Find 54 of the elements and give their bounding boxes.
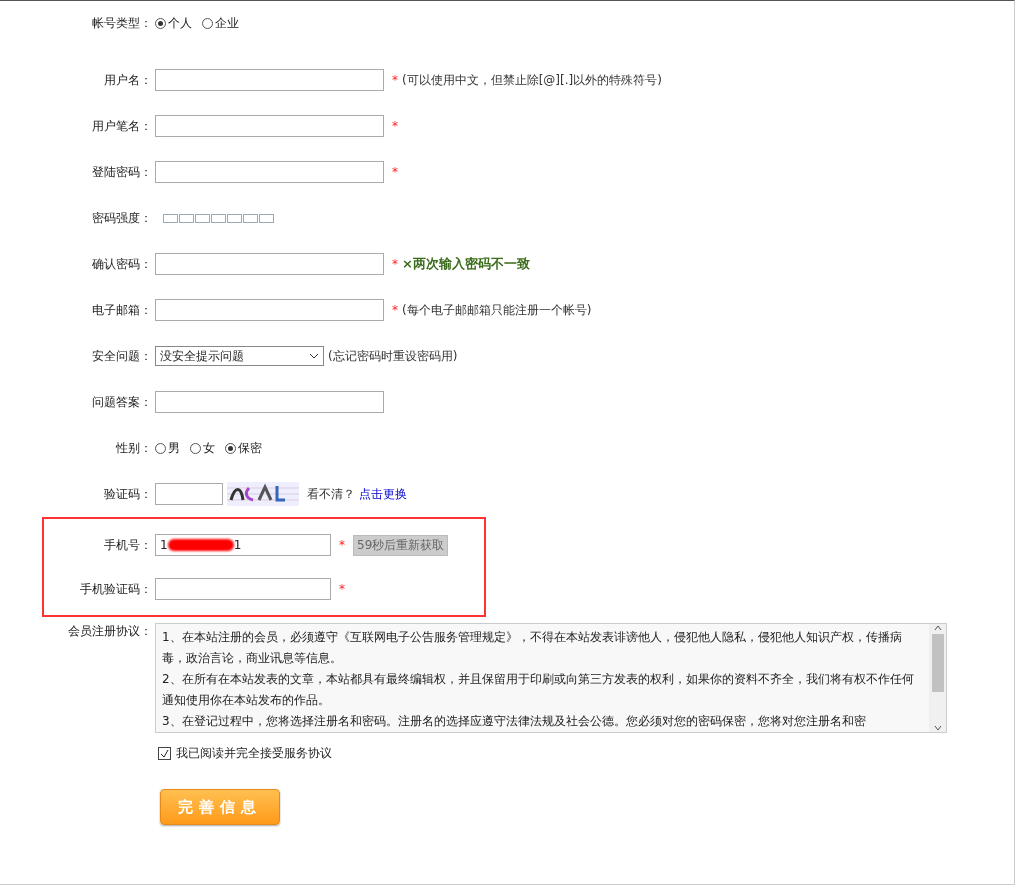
resend-button[interactable]: 59秒后重新获取 bbox=[353, 534, 449, 556]
field-label: 验证码： bbox=[103, 485, 153, 503]
accept-checkbox[interactable]: 我已阅读并完全接受服务协议 bbox=[158, 745, 1014, 762]
agreement-paragraph: 2、在所有在本站发表的文章，本站都具有最终编辑权，并且保留用于印刷或向第三方发表的权利，如果你的资料不齐全，我们将有权不作任何通知使用你在本站发布的作品。 bbox=[162, 671, 915, 709]
field-label: 手机验证码： bbox=[79, 580, 153, 598]
text-field[interactable] bbox=[155, 299, 384, 321]
phone-value-end: 1 bbox=[233, 538, 242, 552]
required-mark: * bbox=[392, 73, 398, 87]
text-field[interactable] bbox=[155, 115, 384, 137]
radio-option[interactable]: 保密 bbox=[225, 439, 262, 457]
field-hint: (可以使用中文，但禁止除[@][.]以外的特殊符号) bbox=[402, 71, 662, 89]
phone-value-start: 1 bbox=[160, 538, 168, 552]
required-mark: * bbox=[339, 582, 345, 596]
radio-option[interactable]: 企业 bbox=[202, 15, 239, 32]
agreement-paragraph: 3、在登记过程中，您将选择注册名和密码。注册名的选择应遵守法律法规及社会公德。您必须对您的密码保密，您将对您注册名和密 bbox=[162, 713, 867, 730]
field-label: 手机号： bbox=[103, 536, 153, 554]
field-label: 安全问题： bbox=[91, 347, 153, 365]
radio-option[interactable]: 女 bbox=[190, 439, 215, 457]
text-field[interactable] bbox=[155, 391, 384, 413]
field-label: 电子邮箱： bbox=[91, 301, 153, 319]
refresh-link[interactable]: 点击更换 bbox=[359, 485, 407, 503]
field-label: 问题答案： bbox=[91, 393, 153, 411]
required-mark: * bbox=[392, 303, 398, 317]
radio-option[interactable]: 男 bbox=[155, 439, 180, 457]
field-label: 性别： bbox=[115, 439, 153, 457]
field-hint: (每个电子邮邮箱只能注册一个帐号) bbox=[402, 301, 592, 319]
chevron-icon bbox=[309, 353, 319, 359]
field-label: 会员注册协议： bbox=[67, 623, 153, 640]
required-mark: * bbox=[392, 165, 398, 179]
field-label: 用户名： bbox=[103, 71, 153, 89]
field-label: 确认密码： bbox=[91, 255, 153, 273]
text-field[interactable] bbox=[155, 161, 384, 183]
error-message: ×两次输入密码不一致 bbox=[402, 255, 530, 273]
required-mark: * bbox=[339, 538, 345, 552]
required-mark: * bbox=[392, 119, 398, 133]
text-field[interactable] bbox=[155, 578, 331, 600]
text-field[interactable] bbox=[155, 69, 384, 91]
field-label: 登陆密码： bbox=[91, 163, 153, 181]
field-label: 帐号类型： bbox=[91, 15, 153, 32]
radio-option[interactable]: 个人 bbox=[155, 15, 192, 32]
captcha-prompt: 看不清？ bbox=[307, 485, 355, 503]
question-select[interactable]: 没安全提示问题 bbox=[155, 346, 324, 366]
checkmark-icon bbox=[160, 749, 169, 758]
field-label: 用户笔名： bbox=[91, 117, 153, 135]
scroll-up-icon[interactable] bbox=[934, 624, 942, 632]
agreement-paragraph: 1、在本站注册的会员，必须遵守《互联网电子公告服务管理规定》，不得在本站发表诽谤他人，侵犯他人隐私，侵犯他人知识产权，传播病毒，政治言论，商业讯息等信息。 bbox=[162, 629, 903, 667]
scrollbar[interactable] bbox=[929, 624, 946, 732]
scroll-down-icon[interactable] bbox=[934, 724, 942, 732]
required-mark: * bbox=[392, 257, 398, 271]
field-label: 密码强度： bbox=[91, 209, 153, 227]
text-field[interactable] bbox=[155, 253, 384, 275]
phone-field[interactable]: 1 1 bbox=[155, 534, 331, 556]
captcha-field[interactable] bbox=[155, 483, 223, 505]
field-hint: (忘记密码时重设密码用) bbox=[328, 347, 458, 365]
